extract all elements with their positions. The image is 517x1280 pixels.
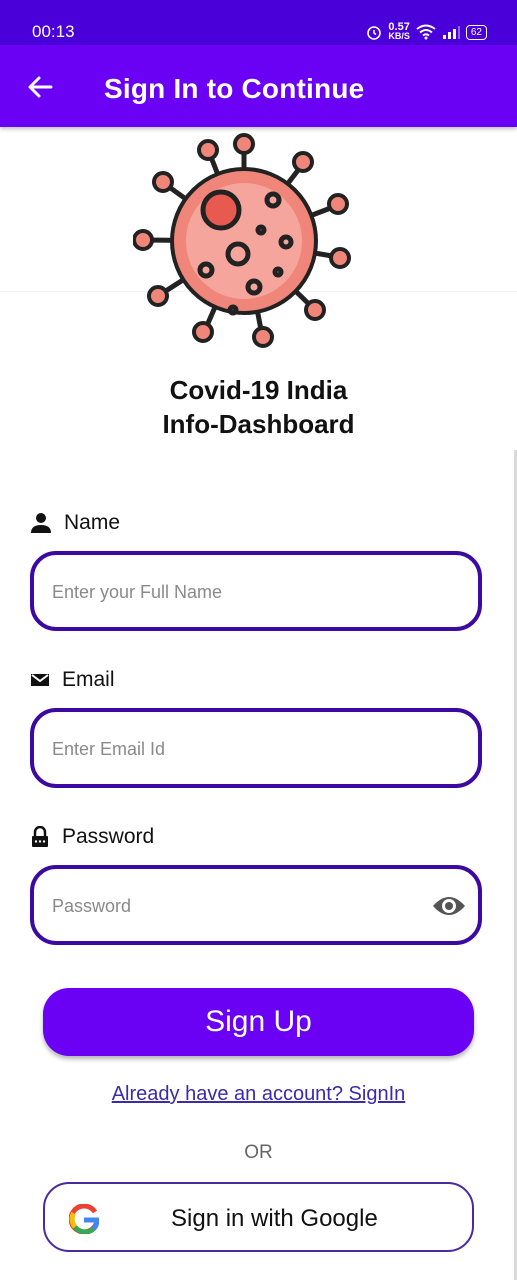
status-icons: 0.57 KB/S 62 [366,22,487,42]
app-heading: Covid-19 India Info-Dashboard [162,375,355,439]
google-sign-in-button[interactable]: Sign in with Google [43,1182,474,1252]
email-input[interactable] [50,712,414,786]
email-field[interactable] [30,708,482,788]
or-divider-text: OR [244,1142,273,1163]
back-arrow-icon[interactable] [26,73,54,101]
status-bar: 00:13 0.57 KB/S 62 [0,0,517,45]
battery-icon: 62 [465,24,487,40]
signal-icon [442,26,460,39]
network-speed: 0.57 KB/S [388,21,410,41]
eye-icon[interactable] [432,891,466,921]
sign-up-button[interactable]: Sign Up [43,988,474,1056]
page-title: Sign In to Continue [104,73,365,104]
google-logo-icon [69,1204,99,1234]
name-input[interactable] [50,555,414,629]
sign-in-link[interactable]: Already have an account? SignIn [0,1083,517,1106]
wifi-icon [416,24,436,40]
password-input[interactable] [50,869,414,943]
google-button-label: Sign in with Google [171,1205,378,1232]
password-field[interactable] [30,865,482,945]
mail-icon [31,674,49,686]
person-icon [31,513,51,533]
name-label: Name [30,511,120,535]
password-label: Password [30,825,154,849]
name-field[interactable] [30,551,482,631]
alarm-icon [367,26,382,40]
status-time: 00:13 [32,22,75,41]
app-bar: Sign In to Continue [0,45,517,127]
email-label: Email [30,668,115,692]
lock-icon [32,826,48,847]
virus-logo-icon [133,133,351,348]
